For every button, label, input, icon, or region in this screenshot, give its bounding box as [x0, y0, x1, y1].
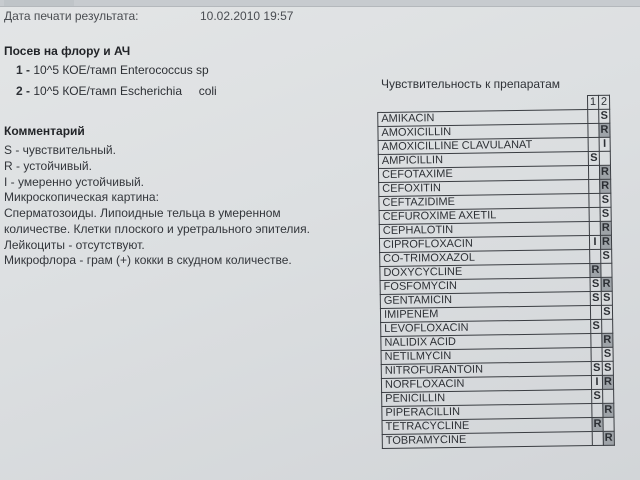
comment-line: Лейкоциты - отсутствуют. [4, 238, 145, 252]
sensitivity-title: Чувствительность к препаратам [381, 77, 561, 91]
result-cell-2: R [600, 221, 612, 236]
culture-item-2: 2 - 10^5 КОЕ/тамп Escherichia coli [16, 84, 217, 98]
result-cell-1 [590, 333, 602, 348]
result-cell-1: S [590, 319, 602, 334]
result-cell-2: R [600, 277, 613, 292]
culture-item-text: 10^5 КОЕ/тамп Enterococcus sp [33, 63, 209, 77]
result-cell-1 [591, 403, 603, 418]
result-cell-2: S [599, 193, 611, 208]
comment-line: S - чувствительный. [4, 143, 116, 157]
result-cell-1 [591, 347, 603, 362]
print-date-label: Дата печати результата: [4, 9, 139, 23]
result-cell-1 [587, 109, 599, 124]
result-cell-2: R [601, 333, 613, 348]
result-cell-2 [602, 417, 615, 432]
result-cell-1: S [588, 151, 600, 166]
result-cell-1 [590, 305, 602, 320]
result-cell-1: S [590, 277, 602, 292]
result-cell-1 [588, 137, 600, 152]
browser-tab-strip[interactable] [4, 0, 74, 6]
culture-title: Посев на флору и АЧ [4, 44, 131, 58]
comment-line: R - устойчивый. [4, 159, 92, 173]
result-cell-2: R [602, 403, 614, 418]
print-date-row: Дата печати результата: 10.02.2010 19:57 [4, 8, 404, 26]
result-cell-1: R [589, 263, 601, 278]
result-cell-2: R [602, 375, 614, 390]
culture-item-number: 1 - [16, 63, 31, 77]
result-cell-1 [589, 249, 601, 264]
report-screen: Дата печати результата: 10.02.2010 19:57… [0, 0, 640, 480]
result-cell-1: S [590, 291, 602, 306]
result-cell-1 [592, 431, 604, 446]
comment-line: Микроскопическая картина: [4, 190, 159, 204]
result-cell-1: R [591, 417, 604, 432]
column-header-2: 2 [598, 95, 610, 110]
result-cell-2: S [601, 305, 613, 320]
result-cell-2 [602, 389, 614, 404]
comment-title: Комментарий [4, 124, 85, 138]
result-cell-2: R [600, 235, 612, 250]
result-cell-1 [589, 207, 601, 222]
result-cell-2: I [599, 137, 611, 152]
result-cell-1 [588, 179, 600, 194]
comment-line: количестве. Клетки плоского и уретрально… [4, 222, 310, 236]
culture-item-number: 2 - [16, 84, 31, 98]
comment-line: I - умеренно устойчивый. [4, 175, 144, 189]
result-cell-1 [587, 123, 600, 138]
comment-line: Сперматозоиды. Липоидные тельца в умерен… [4, 206, 281, 220]
comment-line: Микрофлора - грам (+) кокки в скудном ко… [4, 253, 292, 267]
result-cell-2: S [601, 291, 613, 306]
result-cell-2: R [603, 431, 615, 446]
window-top-bar [0, 0, 640, 7]
sensitivity-table: 1 2 AMIKACIN S AMOXICILLIN R AMOXICILLINE CL… [377, 95, 615, 449]
column-header-1: 1 [587, 95, 599, 110]
result-cell-1: I [589, 235, 601, 250]
culture-item-1: 1 - 10^5 КОЕ/тамп Enterococcus sp [16, 63, 209, 77]
table-row: TOBRAMYCINE R [382, 431, 615, 449]
result-cell-2 [601, 319, 613, 334]
result-cell-1: S [591, 389, 603, 404]
result-cell-2: S [600, 207, 612, 222]
drug-name-cell: TOBRAMYCINE [382, 431, 593, 449]
result-cell-2: R [599, 179, 611, 194]
result-cell-2 [599, 151, 611, 166]
result-cell-1 [588, 193, 601, 208]
result-cell-2: S [598, 109, 610, 124]
result-cell-2: S [602, 361, 614, 376]
result-cell-2: R [598, 123, 610, 138]
result-cell-2: S [600, 249, 612, 264]
result-cell-2: S [601, 347, 614, 362]
result-cell-1 [588, 165, 600, 180]
print-date-value: 10.02.2010 19:57 [200, 9, 294, 23]
result-cell-2 [600, 263, 612, 278]
result-cell-1 [589, 221, 601, 236]
result-cell-1: I [591, 375, 603, 390]
culture-item-text: 10^5 КОЕ/тамп Escherichia coli [33, 84, 217, 98]
result-cell-2: R [599, 165, 611, 180]
result-cell-1: S [591, 361, 603, 376]
